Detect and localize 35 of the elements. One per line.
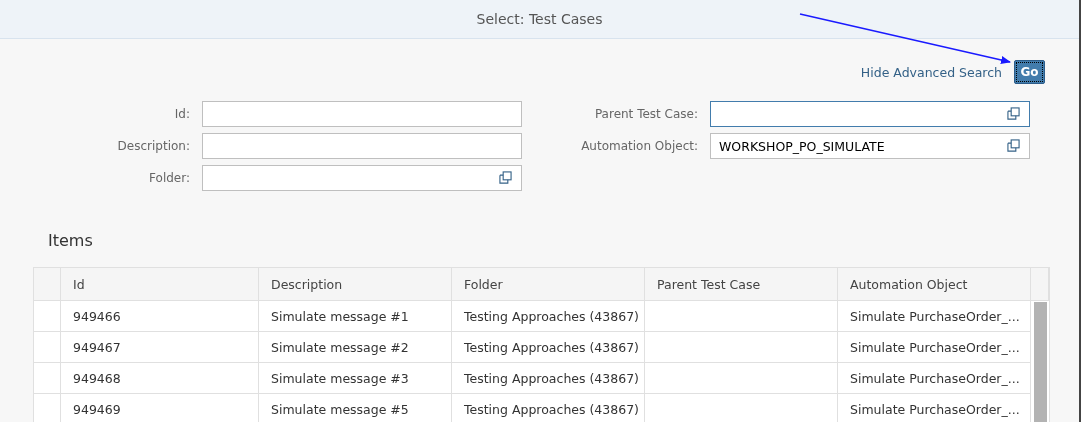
table-cell: Testing Approaches (43867) (452, 301, 645, 331)
table-cell: 949467 (61, 332, 259, 362)
input-field[interactable]: WORKSHOP_PO_SIMULATE (710, 133, 1030, 159)
column-header: Folder (452, 268, 645, 300)
table-cell: Simulate message #1 (259, 301, 452, 331)
column-header: Parent Test Case (645, 268, 838, 300)
table-cell: Testing Approaches (43867) (452, 332, 645, 362)
input-field[interactable] (202, 101, 522, 127)
table-cell: Testing Approaches (43867) (452, 363, 645, 393)
go-button[interactable]: Go (1014, 60, 1045, 84)
table-cell: 949468 (61, 363, 259, 393)
dialog-title: Select: Test Cases (476, 11, 603, 27)
table-cell: 949466 (61, 301, 259, 331)
field-label: Id: (173, 107, 190, 121)
table-cell: 949469 (61, 394, 259, 422)
field-label: Folder: (148, 171, 190, 185)
table-cell: Simulate message #5 (259, 394, 452, 422)
field-label: Parent Test Case: (593, 107, 698, 121)
input-field[interactable] (202, 133, 522, 159)
column-header: Id (61, 268, 259, 300)
table-cell: Testing Approaches (43867) (452, 394, 645, 422)
column-header: Automation Object (838, 268, 1031, 300)
field-label: Description: (116, 139, 190, 153)
field-label: Automation Object: (580, 139, 698, 153)
input-field[interactable] (202, 165, 522, 191)
table-title: Items (48, 231, 94, 252)
scrollbar-thumb[interactable] (1033, 302, 1047, 422)
hide-advanced-search-link[interactable]: Hide Advanced Search (860, 64, 1002, 80)
value-help-icon[interactable] (1007, 139, 1020, 152)
input-field[interactable] (710, 101, 1030, 127)
table-cell: Simulate message #3 (259, 363, 452, 393)
column-header: Description (259, 268, 452, 300)
table-cell: Simulate message #2 (259, 332, 452, 362)
value-help-icon[interactable] (1007, 107, 1020, 120)
value-help-icon[interactable] (499, 171, 512, 184)
